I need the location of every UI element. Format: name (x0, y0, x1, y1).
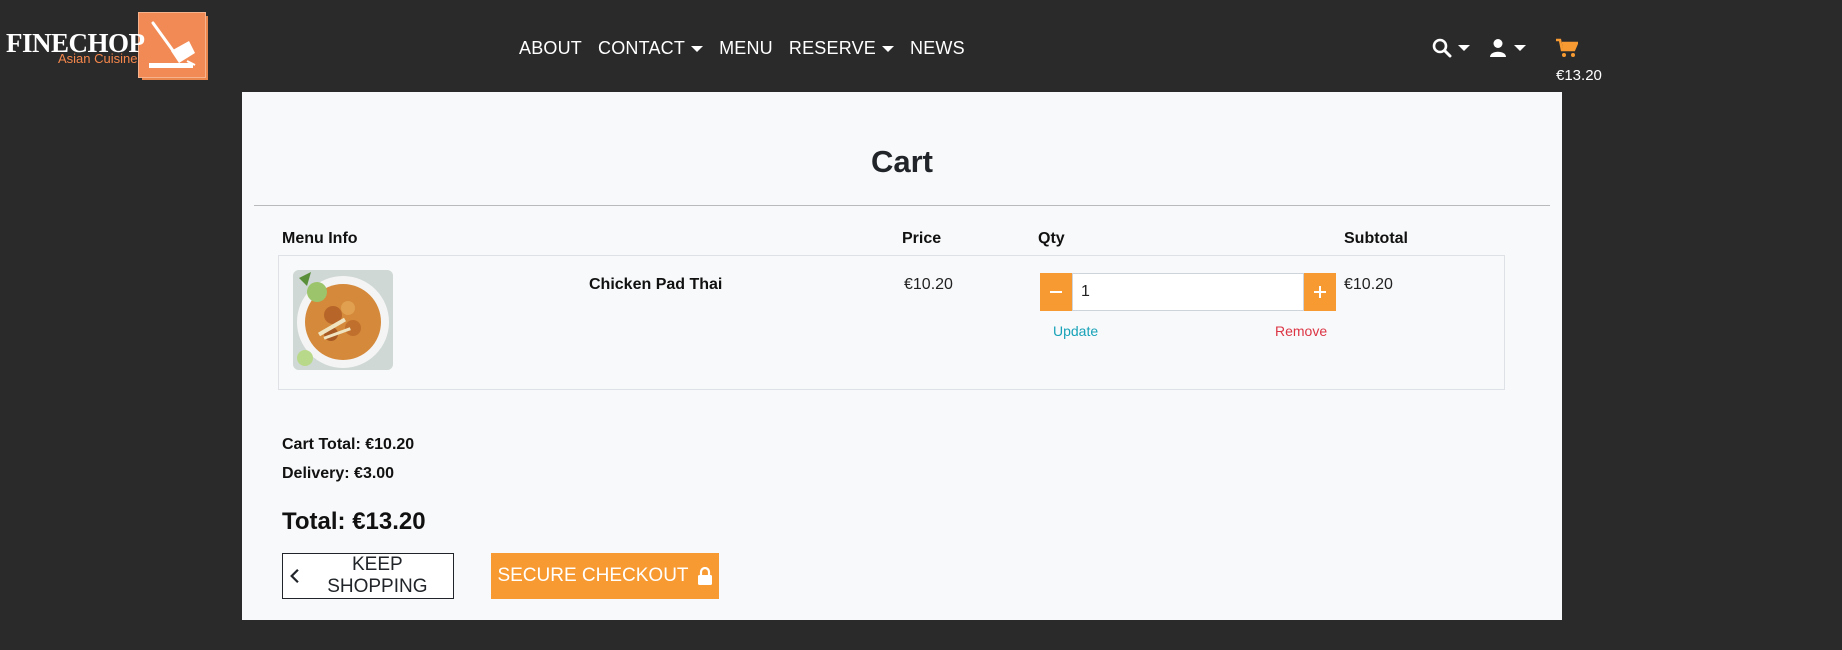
lock-icon (697, 567, 712, 585)
header-qty: Qty (1038, 230, 1065, 247)
quantity-input[interactable] (1072, 273, 1304, 311)
header-price: Price (902, 230, 942, 247)
logo-badge (138, 12, 206, 78)
table-row: Chicken Pad Thai €10.20 Update Remove €1… (278, 255, 1505, 390)
nav-reserve-label: RESERVE (788, 38, 876, 58)
nav-reserve[interactable]: RESERVE (789, 38, 894, 59)
brand-tagline: Asian Cuisine (58, 51, 138, 66)
nav-menu-label: MENU (719, 38, 773, 58)
nav-contact[interactable]: CONTACT (598, 38, 704, 59)
nav-about-label: ABOUT (519, 38, 583, 58)
nav-contact-label: CONTACT (598, 38, 686, 58)
nav-about[interactable]: ABOUT (519, 38, 582, 59)
pad-thai-image (293, 270, 393, 370)
divider (254, 205, 1550, 206)
chevron-down-icon (1458, 45, 1470, 51)
remove-link[interactable]: Remove (1275, 323, 1327, 339)
increment-button[interactable] (1304, 273, 1336, 311)
user-icon (1490, 39, 1506, 57)
user-toggle[interactable] (1488, 38, 1526, 58)
chevron-down-icon (1514, 45, 1526, 51)
header-menu-info: Menu Info (282, 230, 358, 247)
order-total: Total: €13.20 (282, 508, 426, 535)
nav-cart[interactable]: €13.20 (1556, 38, 1616, 84)
nav-news[interactable]: NEWS (910, 38, 965, 59)
search-icon (1432, 38, 1452, 58)
chevron-left-icon (290, 568, 299, 584)
item-price: €10.20 (904, 276, 953, 293)
decrement-button[interactable] (1040, 273, 1072, 311)
cleaver-icon (149, 21, 196, 68)
page-title: Cart (870, 144, 933, 179)
main-nav: ABOUT CONTACT MENU RESERVE NEWS (519, 38, 965, 59)
cart-total: Cart Total: €10.20 (282, 436, 415, 453)
item-image (293, 270, 393, 370)
header-subtotal: Subtotal (1344, 230, 1408, 247)
item-subtotal: €10.20 (1344, 276, 1393, 293)
search-toggle[interactable] (1432, 38, 1470, 58)
secure-checkout-label: SECURE CHECKOUT (497, 565, 689, 586)
cart-amount: €13.20 (1556, 67, 1602, 84)
secure-checkout-button[interactable]: SECURE CHECKOUT (491, 553, 719, 599)
delivery-fee: Delivery: €3.00 (282, 465, 395, 482)
cart-icon (1556, 38, 1579, 57)
chevron-down-icon (691, 45, 704, 52)
navbar: FINECHOP Asian Cuisine ABOUT CONTACT MEN… (0, 0, 1842, 92)
nav-menu[interactable]: MENU (719, 38, 773, 59)
quantity-stepper (1040, 273, 1336, 311)
minus-icon (1050, 291, 1062, 293)
update-link[interactable]: Update (1053, 323, 1098, 339)
brand-logo[interactable]: FINECHOP Asian Cuisine (4, 12, 209, 82)
nav-news-label: NEWS (910, 38, 965, 58)
chevron-down-icon (882, 45, 894, 52)
keep-shopping-button[interactable]: KEEP SHOPPING (282, 553, 454, 599)
nav-right (1432, 38, 1526, 58)
keep-shopping-label: KEEP SHOPPING (327, 554, 428, 597)
item-name: Chicken Pad Thai (589, 276, 723, 293)
cart-panel: Cart Menu Info Price Qty Subtotal Chicke… (242, 92, 1562, 620)
plus-icon (1314, 286, 1326, 298)
